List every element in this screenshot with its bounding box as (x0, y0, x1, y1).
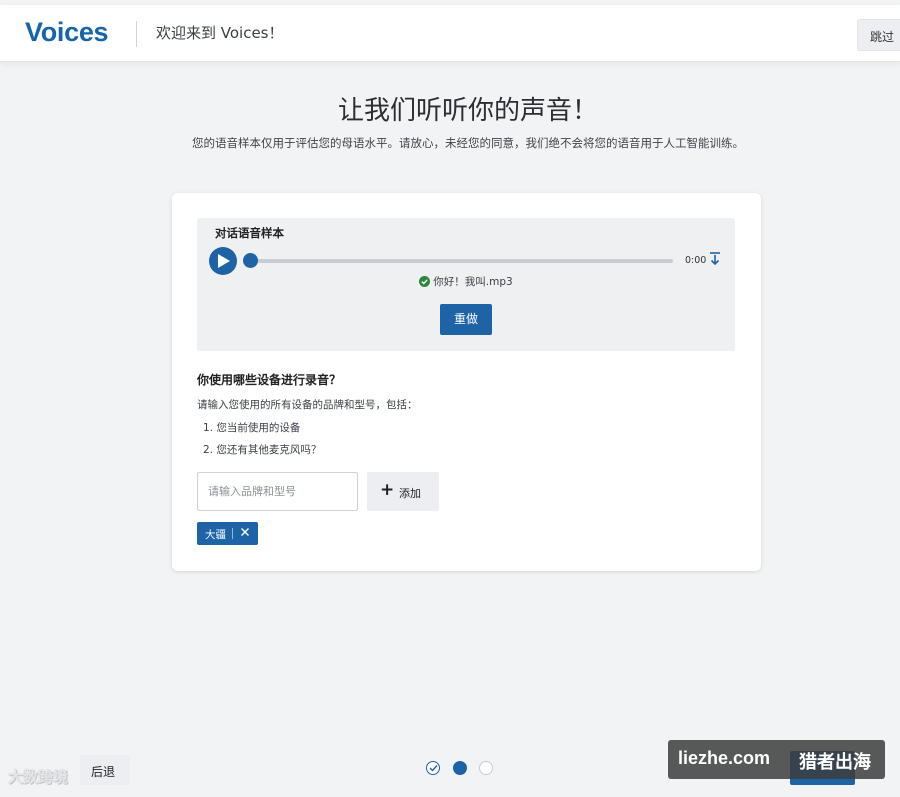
step-dot-upcoming[interactable] (479, 761, 493, 775)
add-device-label: 添加 (399, 487, 421, 500)
page-title: 让我们听听你的声音！ (337, 96, 598, 126)
recording-card: 对话语音样本 0:00 你好！我叫.mp3 重做 你使用哪些设备进行录音？ 请输… (172, 193, 761, 571)
audio-time: 0:00 (685, 255, 707, 266)
plus-icon: + (380, 480, 395, 500)
play-button[interactable] (209, 247, 237, 275)
tag-divider (232, 528, 233, 539)
check-icon (429, 765, 438, 772)
voice-sample-panel: 对话语音样本 0:00 你好！我叫.mp3 重做 (197, 218, 735, 351)
watermark-site: liezhe.com (678, 748, 771, 768)
file-status: 你好！我叫.mp3 (197, 274, 735, 289)
device-tag: 大疆 (197, 522, 258, 545)
file-name: 你好！我叫.mp3 (433, 276, 513, 288)
redo-button[interactable]: 重做 (440, 304, 492, 335)
device-list-item: 1. 您当前使用的设备 (203, 422, 301, 434)
sample-title: 对话语音样本 (215, 226, 284, 240)
watermark-brand: 猎者出海 (799, 752, 871, 773)
audio-scrubber-handle[interactable] (243, 253, 258, 268)
device-input[interactable] (197, 472, 358, 511)
welcome-text: 欢迎来到 Voices！ (156, 24, 284, 42)
brand-logo[interactable]: Voices (25, 17, 109, 48)
watermark-right: liezhe.com 猎者出海 (668, 740, 885, 779)
device-tag-label: 大疆 (205, 529, 226, 541)
header-divider (136, 21, 137, 47)
step-dot-current[interactable] (453, 761, 467, 775)
device-instruction: 请输入您使用的所有设备的品牌和型号，包括： (197, 399, 418, 411)
audio-progress-track[interactable] (245, 259, 673, 263)
back-button[interactable]: 后退 (80, 755, 130, 785)
step-dot-completed[interactable] (426, 761, 440, 775)
page-subtitle: 您的语音样本仅用于评估您的母语水平。请放心，未经您的同意，我们绝不会将您的语音用… (192, 136, 744, 150)
play-icon (218, 254, 230, 268)
add-device-button[interactable]: + 添加 (367, 472, 439, 511)
device-question: 你使用哪些设备进行录音？ (197, 373, 342, 387)
device-list-item: 2. 您还有其他麦克风吗？ (203, 444, 322, 456)
remove-tag-icon[interactable] (240, 527, 250, 540)
skip-button[interactable]: 跳过 (857, 19, 900, 51)
watermark-left: 大数跨境 (8, 768, 69, 786)
app-header: Voices 欢迎来到 Voices！ 跳过 (0, 5, 900, 62)
check-circle-icon (419, 276, 431, 287)
download-icon[interactable] (709, 251, 721, 270)
